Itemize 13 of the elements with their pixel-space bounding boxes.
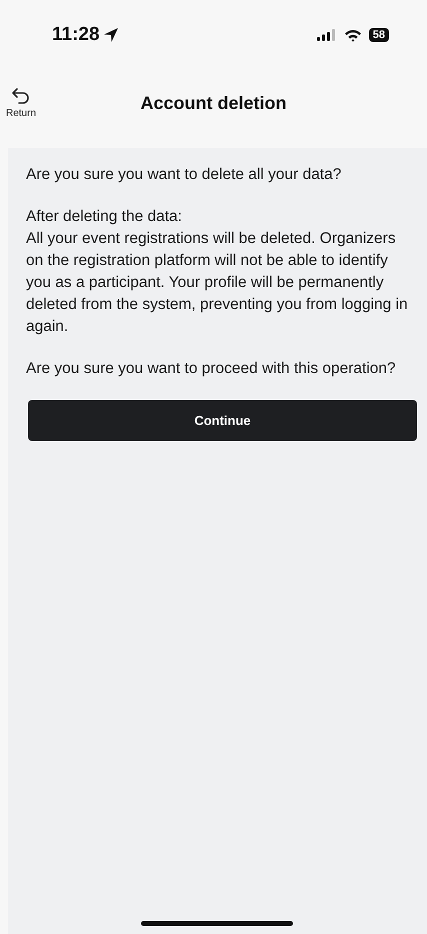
- delete-question: Are you sure you want to delete all your data?: [26, 165, 342, 185]
- return-button[interactable]: Return: [6, 86, 36, 119]
- continue-button[interactable]: Continue: [28, 400, 417, 441]
- battery-level: 58: [368, 28, 389, 42]
- location-arrow-icon: [102, 27, 119, 43]
- details-heading: After deleting the data:: [26, 207, 183, 227]
- signal-icon: [316, 29, 337, 41]
- wifi-icon: [344, 28, 362, 42]
- status-time: 11:28: [52, 24, 100, 46]
- undo-arrow-icon: [11, 86, 31, 106]
- details-text: All your event registrations will be deleted. Organizers on the registration platform will not be able to identify you as a participant. Your profile will be permanently deleted from the system, preventing you from logging in again.: [26, 229, 409, 337]
- confirm-question: Are you sure you want to proceed with this operation?: [26, 359, 397, 379]
- page-title: Account deletion: [140, 92, 286, 114]
